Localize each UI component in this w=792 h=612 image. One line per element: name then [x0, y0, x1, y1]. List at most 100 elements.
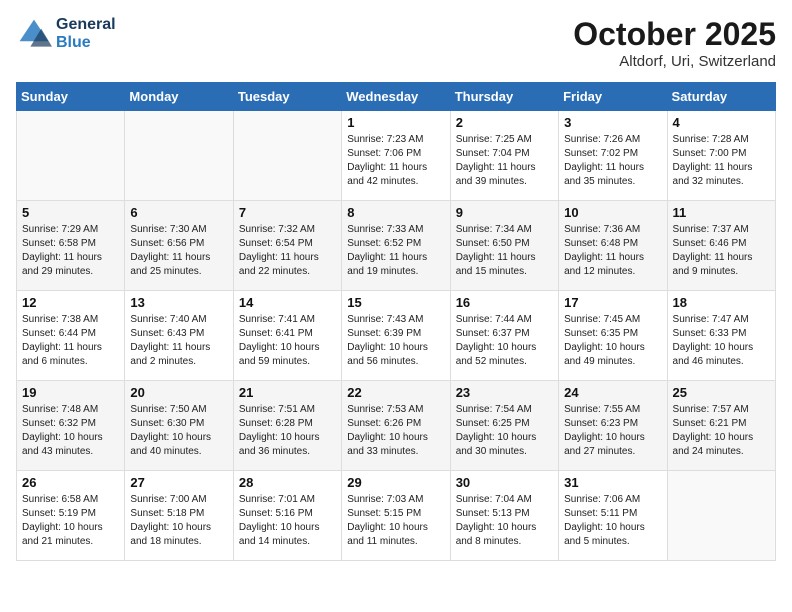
logo-text: General Blue	[56, 16, 116, 52]
day-number: 12	[22, 295, 119, 310]
calendar-day-cell: 13 Sunrise: 7:40 AM Sunset: 6:43 PM Dayli…	[125, 291, 233, 381]
calendar-week-row: 1 Sunrise: 7:23 AM Sunset: 7:06 PM Daylig…	[17, 111, 776, 201]
calendar-day-cell: 2 Sunrise: 7:25 AM Sunset: 7:04 PM Daylig…	[450, 111, 558, 201]
weekday-header-cell: Tuesday	[233, 83, 341, 111]
day-info: Sunrise: 7:25 AM Sunset: 7:04 PM Dayligh…	[456, 133, 553, 189]
calendar-day-cell: 11Sunrise: 7:37 AM Sunset: 6:46 PM Dayli…	[667, 201, 775, 291]
day-number: 25	[673, 385, 770, 400]
title-block: October 2025 Altdorf, Uri, Switzerland	[573, 16, 776, 70]
day-number: 16	[456, 295, 553, 310]
weekday-header-cell: Wednesday	[342, 83, 450, 111]
day-number: 26	[22, 475, 119, 490]
day-number: 18	[673, 295, 770, 310]
calendar-day-cell	[17, 111, 125, 201]
day-number: 19	[22, 385, 119, 400]
day-number: 2	[456, 115, 553, 130]
calendar-day-cell: 23Sunrise: 7:54 AM Sunset: 6:25 PM Dayli…	[450, 381, 558, 471]
day-number: 11	[673, 205, 770, 220]
day-number: 27	[130, 475, 227, 490]
calendar-day-cell: 21 Sunrise: 7:51 AM Sunset: 6:28 PM Dayli…	[233, 381, 341, 471]
day-info: Sunrise: 7:43 AM Sunset: 6:39 PM Dayligh…	[347, 313, 444, 369]
day-info: Sunrise: 7:03 AM Sunset: 5:15 PM Dayligh…	[347, 493, 444, 549]
weekday-header-cell: Monday	[125, 83, 233, 111]
day-info: Sunrise: 7:50 AM Sunset: 6:30 PM Dayligh…	[130, 403, 227, 459]
calendar-day-cell: 28 Sunrise: 7:01 AM Sunset: 5:16 PM Dayli…	[233, 471, 341, 561]
day-info: Sunrise: 7:57 AM Sunset: 6:21 PM Dayligh…	[673, 403, 770, 459]
calendar-day-cell: 19 Sunrise: 7:48 AM Sunset: 6:32 PM Dayli…	[17, 381, 125, 471]
logo: General Blue	[16, 16, 116, 52]
day-info: Sunrise: 7:06 AM Sunset: 5:11 PM Dayligh…	[564, 493, 661, 549]
day-info: Sunrise: 7:55 AM Sunset: 6:23 PM Dayligh…	[564, 403, 661, 459]
calendar-day-cell: 31 Sunrise: 7:06 AM Sunset: 5:11 PM Dayli…	[559, 471, 667, 561]
day-info: Sunrise: 7:48 AM Sunset: 6:32 PM Dayligh…	[22, 403, 119, 459]
day-info: Sunrise: 7:53 AM Sunset: 6:26 PM Dayligh…	[347, 403, 444, 459]
day-number: 8	[347, 205, 444, 220]
day-info: Sunrise: 7:36 AM Sunset: 6:48 PM Dayligh…	[564, 223, 661, 279]
day-info: Sunrise: 7:41 AM Sunset: 6:41 PM Dayligh…	[239, 313, 336, 369]
calendar-day-cell: 16 Sunrise: 7:44 AM Sunset: 6:37 PM Dayli…	[450, 291, 558, 381]
weekday-header-cell: Sunday	[17, 83, 125, 111]
calendar-day-cell: 26 Sunrise: 6:58 AM Sunset: 5:19 PM Dayli…	[17, 471, 125, 561]
day-info: Sunrise: 7:40 AM Sunset: 6:43 PM Dayligh…	[130, 313, 227, 369]
day-number: 10	[564, 205, 661, 220]
calendar-table: SundayMondayTuesdayWednesdayThursdayFrid…	[16, 82, 776, 561]
day-info: Sunrise: 7:28 AM Sunset: 7:00 PM Dayligh…	[673, 133, 770, 189]
calendar-day-cell: 1 Sunrise: 7:23 AM Sunset: 7:06 PM Daylig…	[342, 111, 450, 201]
day-number: 7	[239, 205, 336, 220]
day-info: Sunrise: 7:44 AM Sunset: 6:37 PM Dayligh…	[456, 313, 553, 369]
day-info: Sunrise: 7:33 AM Sunset: 6:52 PM Dayligh…	[347, 223, 444, 279]
calendar-day-cell: 25 Sunrise: 7:57 AM Sunset: 6:21 PM Dayli…	[667, 381, 775, 471]
calendar-day-cell: 12 Sunrise: 7:38 AM Sunset: 6:44 PM Dayli…	[17, 291, 125, 381]
calendar-day-cell: 7 Sunrise: 7:32 AM Sunset: 6:54 PM Daylig…	[233, 201, 341, 291]
page-header: General Blue October 2025 Altdorf, Uri, …	[16, 16, 776, 70]
calendar-day-cell: 9Sunrise: 7:34 AM Sunset: 6:50 PM Daylig…	[450, 201, 558, 291]
calendar-day-cell: 3Sunrise: 7:26 AM Sunset: 7:02 PM Daylig…	[559, 111, 667, 201]
calendar-week-row: 19 Sunrise: 7:48 AM Sunset: 6:32 PM Dayli…	[17, 381, 776, 471]
calendar-week-row: 5 Sunrise: 7:29 AM Sunset: 6:58 PM Daylig…	[17, 201, 776, 291]
day-info: Sunrise: 7:00 AM Sunset: 5:18 PM Dayligh…	[130, 493, 227, 549]
day-info: Sunrise: 7:04 AM Sunset: 5:13 PM Dayligh…	[456, 493, 553, 549]
day-number: 28	[239, 475, 336, 490]
day-number: 13	[130, 295, 227, 310]
day-info: Sunrise: 7:29 AM Sunset: 6:58 PM Dayligh…	[22, 223, 119, 279]
day-info: Sunrise: 7:51 AM Sunset: 6:28 PM Dayligh…	[239, 403, 336, 459]
calendar-day-cell	[233, 111, 341, 201]
calendar-day-cell: 24 Sunrise: 7:55 AM Sunset: 6:23 PM Dayli…	[559, 381, 667, 471]
day-info: Sunrise: 7:30 AM Sunset: 6:56 PM Dayligh…	[130, 223, 227, 279]
day-info: Sunrise: 7:01 AM Sunset: 5:16 PM Dayligh…	[239, 493, 336, 549]
weekday-header-cell: Saturday	[667, 83, 775, 111]
day-number: 20	[130, 385, 227, 400]
weekday-header-row: SundayMondayTuesdayWednesdayThursdayFrid…	[17, 83, 776, 111]
day-number: 4	[673, 115, 770, 130]
calendar-day-cell: 5 Sunrise: 7:29 AM Sunset: 6:58 PM Daylig…	[17, 201, 125, 291]
calendar-day-cell: 17 Sunrise: 7:45 AM Sunset: 6:35 PM Dayli…	[559, 291, 667, 381]
day-info: Sunrise: 7:34 AM Sunset: 6:50 PM Dayligh…	[456, 223, 553, 279]
day-info: Sunrise: 7:23 AM Sunset: 7:06 PM Dayligh…	[347, 133, 444, 189]
calendar-day-cell: 27 Sunrise: 7:00 AM Sunset: 5:18 PM Dayli…	[125, 471, 233, 561]
day-number: 1	[347, 115, 444, 130]
day-number: 14	[239, 295, 336, 310]
calendar-day-cell: 15 Sunrise: 7:43 AM Sunset: 6:39 PM Dayli…	[342, 291, 450, 381]
calendar-day-cell	[125, 111, 233, 201]
day-info: Sunrise: 7:32 AM Sunset: 6:54 PM Dayligh…	[239, 223, 336, 279]
calendar-week-row: 26 Sunrise: 6:58 AM Sunset: 5:19 PM Dayli…	[17, 471, 776, 561]
day-number: 31	[564, 475, 661, 490]
day-number: 22	[347, 385, 444, 400]
day-number: 6	[130, 205, 227, 220]
day-info: Sunrise: 7:45 AM Sunset: 6:35 PM Dayligh…	[564, 313, 661, 369]
logo-icon	[16, 16, 52, 52]
day-number: 21	[239, 385, 336, 400]
day-number: 24	[564, 385, 661, 400]
day-number: 17	[564, 295, 661, 310]
day-info: Sunrise: 7:47 AM Sunset: 6:33 PM Dayligh…	[673, 313, 770, 369]
day-number: 3	[564, 115, 661, 130]
day-info: Sunrise: 6:58 AM Sunset: 5:19 PM Dayligh…	[22, 493, 119, 549]
day-number: 15	[347, 295, 444, 310]
day-info: Sunrise: 7:38 AM Sunset: 6:44 PM Dayligh…	[22, 313, 119, 369]
weekday-header-cell: Friday	[559, 83, 667, 111]
day-number: 5	[22, 205, 119, 220]
location: Altdorf, Uri, Switzerland	[573, 53, 776, 70]
calendar-day-cell: 29Sunrise: 7:03 AM Sunset: 5:15 PM Dayli…	[342, 471, 450, 561]
calendar-day-cell: 30Sunrise: 7:04 AM Sunset: 5:13 PM Dayli…	[450, 471, 558, 561]
calendar-day-cell: 14 Sunrise: 7:41 AM Sunset: 6:41 PM Dayli…	[233, 291, 341, 381]
